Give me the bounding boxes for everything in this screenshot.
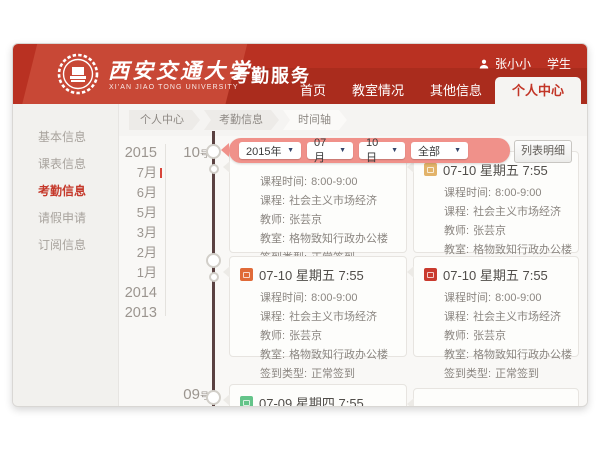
app-header: 西安交通大学 XI'AN JIAO TONG UNIVERSITY 考勤服务 张… — [13, 44, 587, 104]
sidebar-item-leave-request[interactable]: 请假申请 — [13, 205, 118, 232]
chevron-down-icon: ▼ — [339, 147, 346, 154]
breadcrumb-attendance[interactable]: 考勤信息 — [204, 110, 279, 130]
month-dropdown[interactable]: 07月▼ — [307, 142, 353, 159]
list-detail-button[interactable]: 列表明细 — [514, 140, 572, 163]
date-nav-mar[interactable]: 3月 — [107, 223, 157, 243]
date-nav-jan[interactable]: 1月 — [107, 263, 157, 283]
breadcrumb: 个人中心 考勤信息 时间轴 — [119, 104, 587, 136]
attendance-card[interactable]: 07-10 星期五 7:55 课程时间:8:00-9:00 课程:社会主义市场经… — [413, 151, 579, 253]
date-nav: 2015 7月 6月 5月 3月 2月 1月 2014 2013 — [107, 143, 157, 323]
day-label-09: 09号 — [173, 386, 209, 404]
year-dropdown[interactable]: 2015年▼ — [239, 142, 301, 159]
university-name-en: XI'AN JIAO TONG UNIVERSITY — [109, 84, 239, 91]
date-nav-2014[interactable]: 2014 — [107, 283, 157, 303]
sidebar-item-subscription[interactable]: 订阅信息 — [13, 232, 118, 259]
attendance-card[interactable] — [413, 388, 579, 407]
timeline-node — [206, 390, 221, 405]
person-icon — [478, 58, 490, 70]
current-month-marker — [160, 168, 162, 178]
card-date: 07-10 星期五 7:55 — [259, 265, 364, 284]
attendance-card[interactable]: 课程时间:8:00-9:00 课程:社会主义市场经济 教师:张芸京 教室:格物致… — [229, 151, 407, 253]
event-icon — [424, 268, 437, 281]
breadcrumb-timeline[interactable]: 时间轴 — [283, 110, 347, 130]
day-label-10: 10号 — [173, 144, 209, 162]
nav-personal-center[interactable]: 个人中心 — [495, 77, 581, 104]
day-dropdown[interactable]: 10日▼ — [359, 142, 405, 159]
event-icon — [424, 163, 437, 176]
nav-classrooms[interactable]: 教室情况 — [339, 78, 417, 104]
nav-home[interactable]: 首页 — [287, 78, 339, 104]
attendance-card[interactable]: 07-09 星期四 7:55 — [229, 384, 407, 407]
event-icon — [240, 268, 253, 281]
card-fields: 课程时间:8:00-9:00 课程:社会主义市场经济 教师:张芸京 教室:格物致… — [230, 287, 406, 384]
date-nav-may[interactable]: 5月 — [107, 203, 157, 223]
sidebar-item-timetable[interactable]: 课表信息 — [13, 151, 118, 178]
app-window: 西安交通大学 XI'AN JIAO TONG UNIVERSITY 考勤服务 张… — [12, 43, 588, 407]
date-nav-feb[interactable]: 2月 — [107, 243, 157, 263]
card-fields: 课程时间:8:00-9:00 课程:社会主义市场经济 教师:张芸京 教室:格物致… — [414, 287, 578, 384]
date-nav-divider — [165, 144, 166, 316]
scope-dropdown[interactable]: 全部▼ — [411, 142, 468, 159]
timeline-node — [209, 272, 219, 282]
attendance-card[interactable]: 07-10 星期五 7:55 课程时间:8:00-9:00 课程:社会主义市场经… — [413, 256, 579, 357]
card-date: 07-09 星期四 7:55 — [259, 393, 364, 407]
attendance-card[interactable]: 07-10 星期五 7:55 课程时间:8:00-9:00 课程:社会主义市场经… — [229, 256, 407, 357]
user-role: 学生 — [547, 55, 571, 72]
nav-other-info[interactable]: 其他信息 — [417, 78, 495, 104]
chevron-down-icon: ▼ — [454, 147, 461, 154]
timeline-node — [206, 253, 221, 268]
sidebar-item-basic-info[interactable]: 基本信息 — [13, 124, 118, 151]
card-date: 07-10 星期五 7:55 — [443, 265, 548, 284]
top-nav: 首页 教室情况 其他信息 个人中心 — [287, 77, 581, 104]
date-nav-jul[interactable]: 7月 — [107, 163, 157, 183]
sidebar-item-attendance[interactable]: 考勤信息 — [13, 178, 118, 205]
user-info[interactable]: 张小小 学生 — [478, 55, 571, 72]
university-logo-icon — [57, 53, 99, 95]
sidebar: 基本信息 课表信息 考勤信息 请假申请 订阅信息 — [13, 104, 119, 406]
date-nav-2013[interactable]: 2013 — [107, 303, 157, 323]
date-filter-bar: 2015年▼ 07月▼ 10日▼ 全部▼ — [229, 138, 510, 163]
breadcrumb-personal-center[interactable]: 个人中心 — [129, 110, 200, 130]
card-fields: 课程时间:8:00-9:00 课程:社会主义市场经济 教师:张芸京 教室:格物致… — [230, 152, 406, 268]
timeline-node — [206, 144, 221, 159]
user-name: 张小小 — [495, 55, 531, 72]
date-nav-2015[interactable]: 2015 — [107, 143, 157, 163]
chevron-down-icon: ▼ — [391, 147, 398, 154]
timeline-node — [209, 164, 219, 174]
date-nav-jun[interactable]: 6月 — [107, 183, 157, 203]
event-icon — [240, 396, 253, 407]
chevron-down-icon: ▼ — [287, 147, 294, 154]
